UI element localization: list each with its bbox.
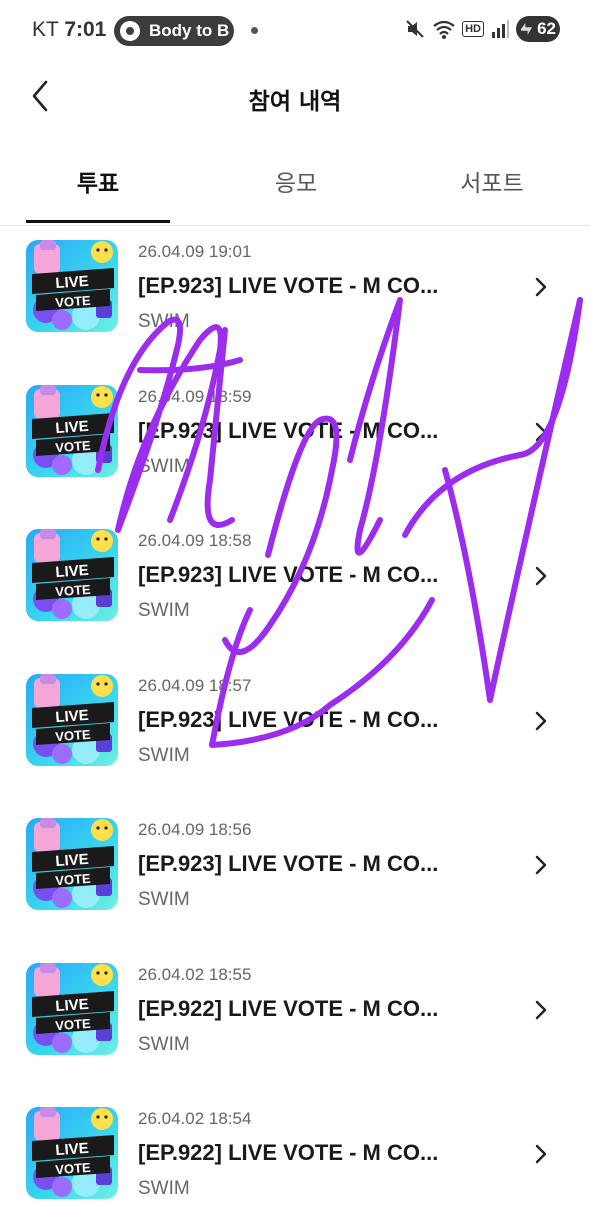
status-carrier-time: KT 7:01 — [32, 18, 106, 42]
participation-date: 26.04.09 18:57 — [138, 675, 252, 695]
signal-icon — [492, 20, 509, 38]
live-vote-thumbnail: LIVE VOTE — [26, 962, 118, 1055]
list-item[interactable]: LIVE VOTE 26.04.09 18:58 [EP.923] LIVE VO… — [0, 529, 590, 629]
tab-entry[interactable]: 응모 — [216, 164, 376, 198]
list-item[interactable]: LIVE VOTE 26.04.09 19:01 [EP.923] LIVE VO… — [0, 240, 590, 340]
vote-title: [EP.923] LIVE VOTE - M CO... — [138, 273, 439, 298]
svg-text:VOTE: VOTE — [55, 1160, 92, 1177]
vote-choice: SWIM — [138, 600, 190, 621]
hd-voice-icon: HD — [462, 21, 484, 37]
participation-date: 26.04.09 18:59 — [138, 386, 252, 406]
participation-date: 26.04.02 18:54 — [138, 1109, 252, 1128]
live-vote-thumbnail: LIVE VOTE — [26, 240, 118, 332]
list-item[interactable]: LIVE VOTE 26.04.09 18:57 [EP.923] LIVE VO… — [0, 673, 590, 774]
vote-title: [EP.922] LIVE VOTE - M CO... — [138, 1140, 439, 1165]
svg-text:VOTE: VOTE — [55, 582, 92, 599]
tab-support[interactable]: 서포트 — [412, 164, 572, 198]
svg-text:LIVE: LIVE — [55, 1140, 89, 1159]
vote-title: [EP.922] LIVE VOTE - M CO... — [138, 995, 439, 1021]
svg-text:LIVE: LIVE — [55, 706, 89, 725]
chevron-right-icon — [535, 277, 547, 297]
svg-text:LIVE: LIVE — [55, 562, 89, 581]
wifi-icon — [433, 20, 455, 39]
vote-title: [EP.923] LIVE VOTE - M CO... — [138, 417, 439, 443]
svg-text:VOTE: VOTE — [55, 871, 92, 888]
list-item[interactable]: LIVE VOTE 26.04.09 18:56 [EP.923] LIVE VO… — [0, 818, 590, 918]
vote-choice: SWIM — [138, 889, 190, 910]
battery-icon: 62 — [516, 16, 560, 42]
status-icons: HD 62 — [404, 16, 560, 42]
carrier-label: KT — [32, 18, 59, 41]
chevron-right-icon — [535, 566, 547, 586]
tab-vote[interactable]: 투표 — [18, 164, 178, 198]
list-item[interactable]: LIVE VOTE 26.04.02 18:54 [EP.922] LIVE VO… — [0, 1107, 590, 1207]
vote-title: [EP.923] LIVE VOTE - M CO... — [138, 851, 439, 876]
svg-text:VOTE: VOTE — [55, 293, 92, 310]
live-vote-thumbnail: LIVE VOTE — [26, 673, 118, 766]
svg-text:LIVE: LIVE — [55, 273, 89, 292]
clock: 7:01 — [64, 18, 107, 41]
svg-text:LIVE: LIVE — [55, 417, 89, 436]
vote-choice: SWIM — [138, 455, 190, 477]
live-vote-thumbnail: LIVE VOTE — [26, 1107, 118, 1199]
live-vote-thumbnail: LIVE VOTE — [26, 818, 118, 910]
chevron-right-icon — [535, 855, 547, 875]
svg-text:VOTE: VOTE — [55, 726, 92, 743]
svg-text:VOTE: VOTE — [55, 1015, 92, 1032]
vote-choice: SWIM — [138, 311, 190, 332]
vote-choice: SWIM — [138, 1033, 190, 1055]
participation-date: 26.04.09 18:56 — [138, 820, 252, 839]
vote-choice: SWIM — [138, 1178, 190, 1199]
app-header: 참여 내역 — [0, 62, 590, 132]
vote-title: [EP.923] LIVE VOTE - M CO... — [138, 562, 439, 587]
status-bar: KT 7:01 Body to B HD 62 — [0, 0, 590, 62]
live-vote-thumbnail: LIVE VOTE — [26, 384, 118, 477]
svg-text:LIVE: LIVE — [55, 851, 89, 870]
vote-choice: SWIM — [138, 744, 190, 766]
chevron-right-icon — [535, 1144, 547, 1164]
tab-bar: 투표 응모 서포트 — [0, 150, 590, 226]
list-item[interactable]: LIVE VOTE 26.04.02 18:55 [EP.922] LIVE VO… — [0, 962, 590, 1063]
chevron-right-icon — [535, 711, 547, 730]
vote-title: [EP.923] LIVE VOTE - M CO... — [138, 706, 439, 732]
chevron-right-icon — [535, 1000, 547, 1019]
svg-text:VOTE: VOTE — [55, 437, 92, 454]
list-item[interactable]: LIVE VOTE 26.04.09 18:59 [EP.923] LIVE VO… — [0, 384, 590, 485]
live-vote-thumbnail: LIVE VOTE — [26, 529, 118, 621]
participation-date: 26.04.09 19:01 — [138, 242, 252, 261]
active-tab-indicator — [26, 220, 170, 223]
mute-icon — [406, 20, 424, 38]
notification-pill[interactable]: Body to B — [114, 16, 234, 46]
participation-date: 26.04.02 18:55 — [138, 964, 252, 984]
page-title: 참여 내역 — [248, 89, 342, 115]
app-icon — [120, 21, 140, 41]
participation-date: 26.04.09 18:58 — [138, 531, 252, 550]
svg-text:LIVE: LIVE — [55, 995, 89, 1014]
more-notifications-dot-icon — [251, 27, 258, 34]
notification-pill-label: Body to B — [149, 21, 230, 40]
chevron-right-icon — [535, 422, 547, 441]
